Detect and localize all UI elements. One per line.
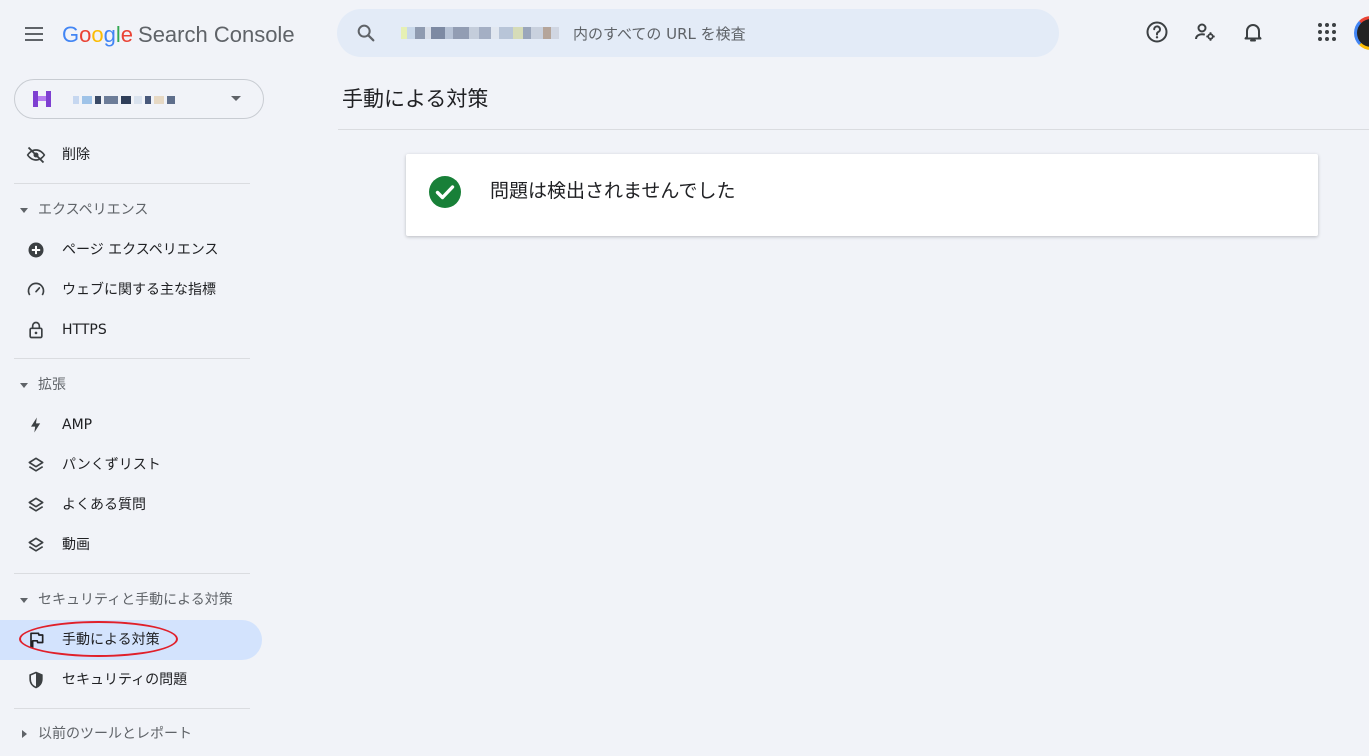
notifications-icon	[1244, 24, 1262, 42]
layers-icon	[28, 457, 44, 472]
apps-grid-icon	[1318, 23, 1336, 41]
sidebar-item-label: セキュリティの問題	[62, 672, 188, 688]
sidebar-divider	[14, 358, 250, 359]
gauge-icon	[27, 282, 45, 296]
sidebar-item-label: 動画	[62, 537, 90, 553]
sidebar-item-removals[interactable]: 削除	[0, 135, 262, 175]
section-legacy-tools[interactable]: 以前のツールとレポート	[0, 716, 262, 752]
sidebar-divider	[14, 573, 250, 574]
sidebar-item-security-issues[interactable]: セキュリティの問題	[0, 660, 262, 700]
sidebar-item-label: パンくずリスト	[62, 457, 161, 473]
help-button[interactable]	[1145, 20, 1169, 44]
search-placeholder: 内のすべての URL を検査	[573, 25, 746, 43]
status-card: 問題は検出されませんでした	[406, 154, 1318, 236]
apps-button[interactable]	[1315, 20, 1339, 44]
sidebar-item-manual-actions[interactable]: 手動による対策	[0, 620, 262, 660]
section-label: 拡張	[38, 377, 66, 393]
eye-off-icon	[26, 146, 46, 164]
sidebar-item-video[interactable]: 動画	[0, 525, 262, 565]
main-menu-button[interactable]	[20, 20, 48, 48]
chevron-down-icon	[231, 96, 241, 101]
sidebar-divider	[14, 183, 250, 184]
sidebar-divider	[14, 708, 250, 709]
redacted-domain	[401, 27, 559, 39]
product-logo[interactable]: Google Search Console	[62, 20, 295, 50]
plus-circle-icon	[28, 242, 44, 258]
layers-icon	[28, 497, 44, 512]
title-divider	[338, 129, 1369, 130]
check-circle-icon	[429, 176, 461, 208]
page-title: 手動による対策	[342, 87, 489, 111]
product-name: Search Console	[138, 22, 295, 47]
sidebar-item-label: ウェブに関する主な指標	[62, 282, 216, 298]
sidebar-item-page-experience[interactable]: ページ エクスペリエンス	[0, 230, 262, 270]
section-security-manual-actions[interactable]: セキュリティと手動による対策	[0, 582, 262, 618]
layers-icon	[28, 537, 44, 552]
sidebar-item-amp[interactable]: AMP	[0, 405, 262, 445]
sidebar-item-breadcrumbs[interactable]: パンくずリスト	[0, 445, 262, 485]
google-wordmark: Google	[62, 22, 134, 47]
sidebar-item-label: ページ エクスペリエンス	[62, 242, 219, 258]
bolt-icon	[31, 417, 41, 433]
section-label: エクスペリエンス	[38, 202, 149, 218]
expand-triangle-icon	[22, 730, 27, 738]
manage-users-button[interactable]	[1193, 20, 1217, 44]
sidebar-item-core-web-vitals[interactable]: ウェブに関する主な指標	[0, 270, 262, 310]
sidebar-item-faq[interactable]: よくある質問	[0, 485, 262, 525]
section-label: 以前のツールとレポート	[38, 726, 192, 742]
sidebar-item-label: AMP	[62, 417, 93, 433]
notifications-button[interactable]	[1241, 20, 1265, 44]
expand-triangle-icon	[20, 208, 28, 213]
section-experience[interactable]: エクスペリエンス	[0, 192, 262, 228]
sidebar-item-label: 削除	[62, 147, 90, 163]
redacted-property-name	[73, 96, 175, 104]
sidebar: 削除 エクスペリエンス ページ エクスペリエンス ウェブに関する主な指標 HTT…	[0, 66, 270, 756]
help-icon	[1146, 21, 1168, 43]
status-message: 問題は検出されませんでした	[490, 180, 736, 202]
sidebar-item-label: よくある質問	[62, 497, 146, 513]
expand-triangle-icon	[20, 598, 28, 603]
expand-triangle-icon	[20, 383, 28, 388]
account-avatar[interactable]	[1354, 16, 1369, 50]
url-inspection-search[interactable]: 内のすべての URL を検査	[337, 9, 1059, 57]
top-bar: Google Search Console 内のすべての URL を検査	[0, 0, 1369, 66]
sidebar-item-label: 手動による対策	[62, 632, 160, 648]
manage-users-icon	[1195, 23, 1215, 41]
sidebar-item-label: HTTPS	[62, 322, 107, 338]
search-icon	[357, 24, 375, 42]
sidebar-item-https[interactable]: HTTPS	[0, 310, 262, 350]
flag-icon	[30, 632, 44, 649]
property-favicon-icon	[33, 91, 51, 107]
shield-icon	[29, 671, 43, 689]
section-label: セキュリティと手動による対策	[38, 592, 233, 608]
property-selector[interactable]	[14, 79, 264, 119]
lock-icon	[29, 321, 43, 339]
section-enhancements[interactable]: 拡張	[0, 367, 262, 403]
